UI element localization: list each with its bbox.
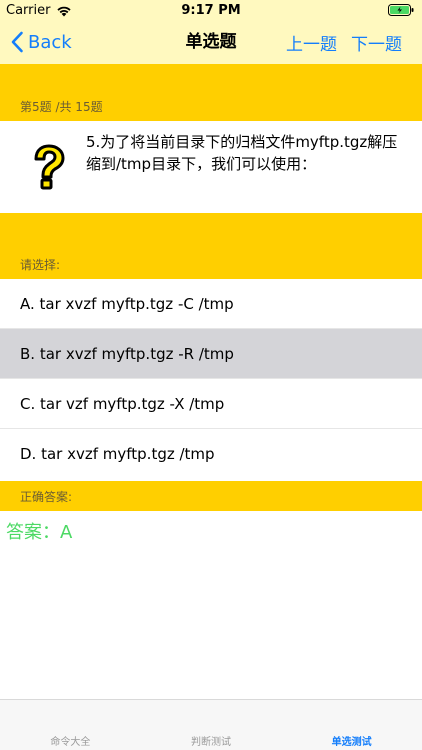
tab-label: 命令大全 [50, 737, 91, 748]
screen: Carrier 9:17 PM Back 单选题 上一题 下一题 第5题 /共 … [0, 0, 422, 750]
option-b[interactable]: B. tar xvzf myftp.tgz -R /tmp [0, 329, 422, 379]
question-navigation: 上一题 下一题 [286, 20, 402, 64]
top-area: Carrier 9:17 PM Back 单选题 上一题 下一题 [0, 0, 422, 64]
tab-bar: 命令大全 判断测试 单选测试 [0, 699, 422, 750]
select-band: 请选择: [0, 213, 422, 279]
tab-label: 单选测试 [331, 737, 372, 748]
previous-question-button[interactable]: 上一题 [286, 30, 337, 55]
tab-label: 判断测试 [191, 737, 231, 748]
next-question-button[interactable]: 下一题 [351, 30, 402, 55]
battery-icon [388, 4, 414, 16]
navigation-bar: Back 单选题 上一题 下一题 [0, 20, 422, 64]
option-d[interactable]: D. tar xvzf myftp.tgz /tmp [0, 429, 422, 479]
question-mark-icon [34, 144, 65, 190]
question-text: 5.为了将当前目录下的归档文件myftp.tgz解压缩到/tmp目录下，我们可以… [86, 133, 398, 173]
option-a[interactable]: A. tar xvzf myftp.tgz -C /tmp [0, 279, 422, 329]
tab-command-list[interactable]: 命令大全 [0, 700, 141, 750]
option-c[interactable]: C. tar vzf myftp.tgz -X /tmp [0, 379, 422, 429]
status-bar: Carrier 9:17 PM [0, 0, 422, 20]
answer-text: 答案：A [6, 522, 73, 543]
options-list: A. tar xvzf myftp.tgz -C /tmp B. tar xvz… [0, 279, 422, 481]
question-progress: 第5题 /共 15题 [20, 100, 103, 114]
answer-band: 正确答案: [0, 481, 422, 511]
status-time: 9:17 PM [181, 3, 241, 18]
select-prompt: 请选择: [20, 258, 61, 272]
question-card: 5.为了将当前目录下的归档文件myftp.tgz解压缩到/tmp目录下，我们可以… [0, 121, 422, 213]
correct-answer-label: 正确答案: [20, 490, 73, 504]
tab-single-choice-test[interactable]: 单选测试 [281, 700, 422, 750]
tab-true-false-test[interactable]: 判断测试 [141, 700, 282, 750]
progress-band: 第5题 /共 15题 [0, 64, 422, 121]
